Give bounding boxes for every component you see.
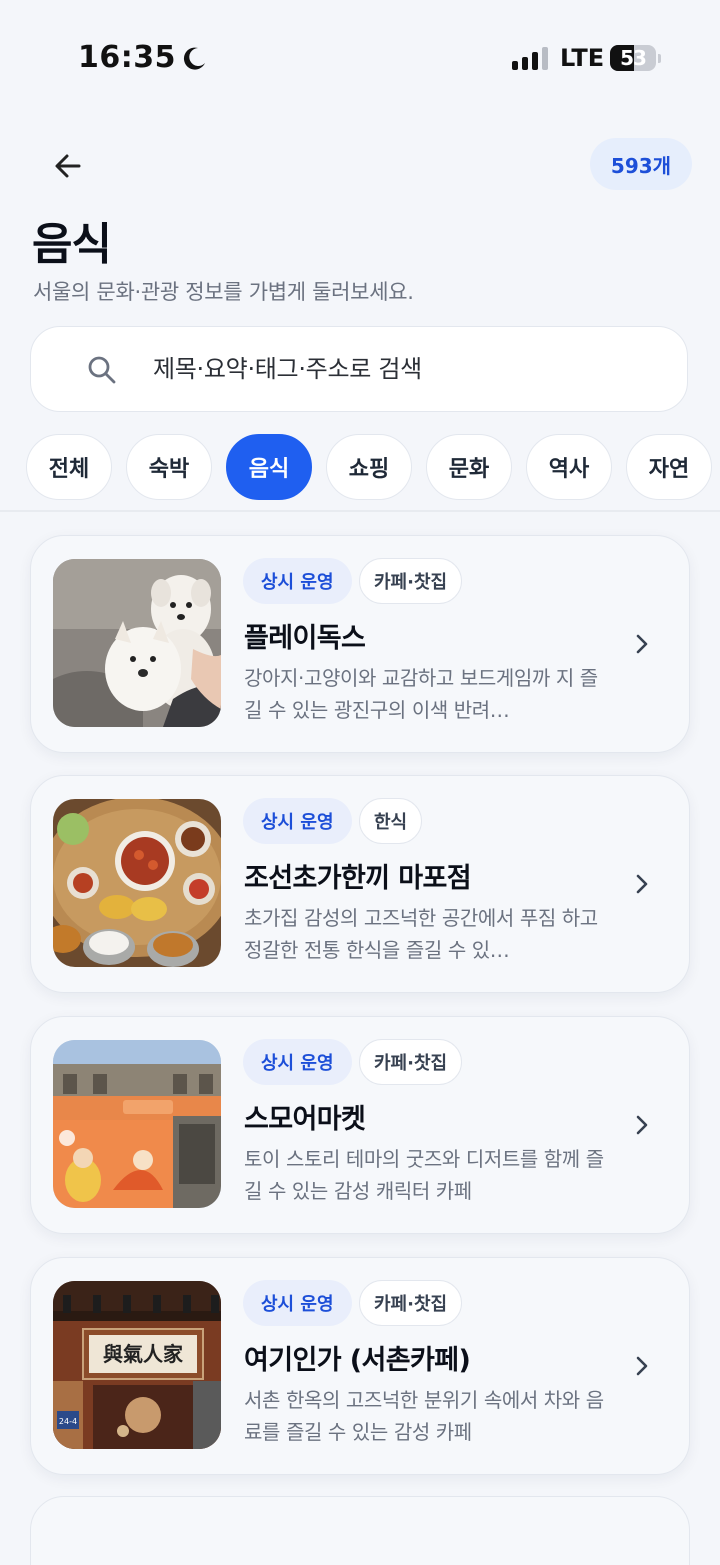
place-description: 서촌 한옥의 고즈넉한 분위기 속에서 차와 음료를 즐길 수 있는 감성 카페: [244, 1388, 604, 1444]
category-tab-food[interactable]: 음식: [226, 434, 312, 500]
divider: [0, 510, 720, 512]
status-badge: 상시 운영: [243, 1280, 352, 1326]
sign-text: 與氣人家: [103, 1342, 184, 1366]
place-card[interactable]: [30, 1496, 690, 1565]
category-tab-lodging[interactable]: 숙박: [126, 434, 212, 500]
page-title: 음식: [32, 219, 112, 270]
category-tab-history[interactable]: 역사: [526, 434, 612, 500]
search-icon: [88, 356, 116, 384]
place-thumbnail: [53, 799, 221, 967]
place-card[interactable]: 상시 운영 카페·찻집 스모어마켓 토이 스토리 테마의 굿즈와 디저트를 함께…: [30, 1016, 690, 1234]
place-card[interactable]: 상시 운영 한식 조선초가한끼 마포점 초가집 감성의 고즈넉한 공간에서 푸짐…: [30, 775, 690, 993]
chevron-right-icon: [636, 634, 648, 654]
place-thumbnail: [53, 559, 221, 727]
place-thumbnail: 與氣人家 24-4: [53, 1281, 221, 1449]
network-label: LTE: [560, 44, 605, 72]
chevron-right-icon: [636, 1115, 648, 1135]
battery-icon: 53: [610, 45, 661, 71]
place-title: 조선초가한끼 마포점: [244, 863, 472, 894]
status-badge: 상시 운영: [243, 558, 352, 604]
place-card[interactable]: 상시 운영 카페·찻집 플레이독스 강아지·고양이와 교감하고 보드게임까 지 …: [30, 535, 690, 753]
moon-icon: [183, 47, 205, 70]
status-bar: 16:35 LTE 53: [0, 0, 720, 120]
category-tab-culture[interactable]: 문화: [426, 434, 512, 500]
dogs-photo: [53, 559, 221, 727]
signal-icon: [512, 46, 548, 70]
status-badge: 상시 운영: [243, 798, 352, 844]
address-plate-text: 24-4: [59, 1417, 77, 1426]
place-description: 강아지·고양이와 교감하고 보드게임까 지 즐길 수 있는 광진구의 이색 반려…: [244, 666, 598, 722]
status-time: 16:35: [78, 40, 208, 75]
category-tab-all[interactable]: 전체: [26, 434, 112, 500]
place-title: 스모어마켓: [244, 1104, 366, 1135]
category-tab-shopping[interactable]: 쇼핑: [326, 434, 412, 500]
chevron-right-icon: [636, 1356, 648, 1376]
status-badge: 상시 운영: [243, 1039, 352, 1085]
back-button[interactable]: [44, 142, 92, 190]
category-badge: 한식: [359, 798, 423, 844]
category-badge: 카페·찻집: [359, 1280, 463, 1326]
place-title: 플레이독스: [244, 623, 366, 654]
category-badge: 카페·찻집: [359, 558, 463, 604]
category-tabs: 전체 숙박 음식 쇼핑 문화 역사 자연: [26, 434, 720, 502]
result-count-badge: 593개: [590, 138, 692, 190]
search-input[interactable]: [153, 349, 653, 389]
korean-meal-photo: [53, 799, 221, 967]
category-tab-nature[interactable]: 자연: [626, 434, 712, 500]
battery-level: 53: [620, 46, 647, 70]
search-bar[interactable]: [30, 326, 688, 412]
hanok-cafe-photo: 與氣人家 24-4: [53, 1281, 221, 1449]
time-text: 16:35: [78, 40, 176, 75]
place-title: 여기인가 (서촌카페): [244, 1345, 471, 1376]
place-thumbnail: [53, 1040, 221, 1208]
page-subtitle: 서울의 문화·관광 정보를 가볍게 둘러보세요.: [33, 280, 414, 304]
chevron-right-icon: [636, 874, 648, 894]
category-badge: 카페·찻집: [359, 1039, 463, 1085]
arrow-left-icon: [55, 154, 81, 178]
place-description: 토이 스토리 테마의 굿즈와 디저트를 함께 즐길 수 있는 감성 캐릭터 카페: [244, 1147, 604, 1203]
place-description: 초가집 감성의 고즈넉한 공간에서 푸짐 하고 정갈한 전통 한식을 즐길 수 …: [244, 906, 598, 962]
store-front-photo: [53, 1040, 221, 1208]
place-card[interactable]: 與氣人家 24-4 상시 운영 카페·찻집 여기인가 (서촌카페) 서촌 한옥의…: [30, 1257, 690, 1475]
